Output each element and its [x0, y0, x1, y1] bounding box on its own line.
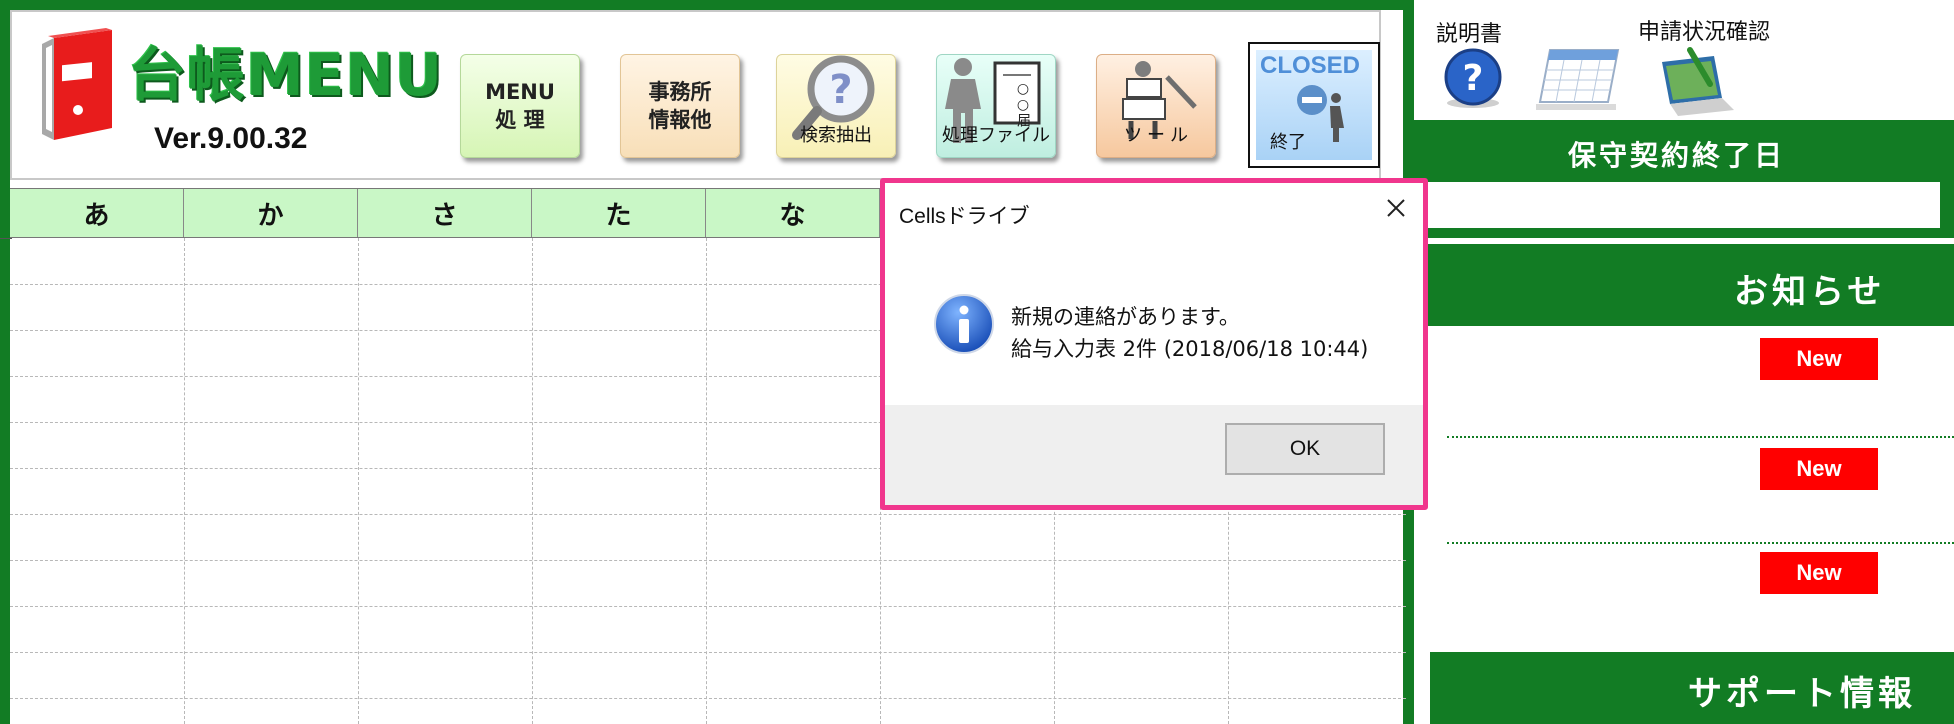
- news-separator: [1447, 542, 1954, 544]
- dialog-message-line-2: 給与入力表 2件 (2018/06/18 10:44): [1011, 337, 1369, 361]
- news-header: お知らせ: [1414, 244, 1954, 326]
- index-tab-sa[interactable]: さ: [358, 189, 532, 237]
- maintenance-section: 保守契約終了日: [1414, 120, 1954, 238]
- search-extract-label: 検索抽出: [800, 125, 872, 145]
- tool-button[interactable]: ツ ー ル: [1096, 54, 1216, 158]
- grid-row-line: [10, 560, 1406, 561]
- news-new-badge[interactable]: New: [1760, 552, 1878, 594]
- index-tab-ka[interactable]: か: [184, 189, 358, 237]
- grid-col-line: [184, 238, 185, 724]
- app-logo-title: 台帳MENU: [128, 41, 443, 109]
- maintenance-title: 保守契約終了日: [1568, 139, 1786, 172]
- grid-col-line: [706, 238, 707, 724]
- search-extract-button[interactable]: ? 検索抽出: [776, 54, 896, 158]
- calendar-icon[interactable]: [1536, 46, 1622, 114]
- grid-row-line: [10, 652, 1406, 653]
- news-new-badge[interactable]: New: [1760, 338, 1878, 380]
- grid-row-line: [10, 514, 1406, 515]
- ok-button[interactable]: OK: [1225, 423, 1385, 475]
- support-title: サポート情報: [1688, 674, 1916, 714]
- grid-col-line: [358, 238, 359, 724]
- app-version: Ver.9.00.32: [154, 122, 308, 155]
- closed-exit-button[interactable]: CLOSED 終了: [1248, 42, 1380, 168]
- menu-process-button[interactable]: MENU 処 理: [460, 54, 580, 158]
- dialog-message-line-1: 新規の連絡があります。: [1011, 305, 1240, 329]
- help-question-icon[interactable]: ?: [1442, 48, 1504, 110]
- news-title: お知らせ: [1734, 272, 1886, 312]
- closed-title: CLOSED: [1260, 52, 1361, 79]
- office-info-label: 事務所 情報他: [648, 80, 712, 132]
- grid-col-line: [532, 238, 533, 724]
- close-icon[interactable]: [1381, 193, 1411, 223]
- laptop-pen-icon[interactable]: [1656, 46, 1736, 118]
- svg-text:?: ?: [829, 67, 852, 113]
- binder-logo-icon: [42, 28, 112, 140]
- info-icon: [934, 294, 994, 354]
- news-separator: [1447, 436, 1954, 438]
- grid-row-line: [10, 698, 1406, 699]
- menu-header: 台帳MENU Ver.9.00.32 MENU 処 理 事務所 情報他 ? 検索…: [10, 10, 1381, 180]
- index-tab-ta[interactable]: た: [532, 189, 706, 237]
- closed-caption: 終了: [1270, 132, 1306, 153]
- process-file-button[interactable]: ○○届 処理ファイル: [936, 54, 1056, 158]
- process-file-label: 処理ファイル: [942, 125, 1050, 145]
- dialog-footer: OK: [885, 405, 1423, 505]
- support-header: サポート情報: [1430, 652, 1954, 724]
- application-status-label[interactable]: 申請状況確認: [1638, 14, 1770, 46]
- office-info-button[interactable]: 事務所 情報他: [620, 54, 740, 158]
- index-tab-a[interactable]: あ: [10, 189, 184, 237]
- maintenance-end-date-field: [1428, 182, 1940, 228]
- news-new-badge[interactable]: New: [1760, 448, 1878, 490]
- message-dialog: Cellsドライブ 新規の連絡があります。 給与入力表 2件 (2018/06/…: [880, 178, 1428, 510]
- index-tab-na[interactable]: な: [706, 189, 880, 237]
- tool-label: ツ ー ル: [1123, 125, 1188, 145]
- manual-label[interactable]: 説明書: [1436, 16, 1502, 48]
- svg-text:?: ?: [1463, 58, 1484, 99]
- grid-row-line: [10, 606, 1406, 607]
- menu-process-label: MENU 処 理: [485, 80, 555, 132]
- dialog-title: Cellsドライブ: [899, 205, 1030, 228]
